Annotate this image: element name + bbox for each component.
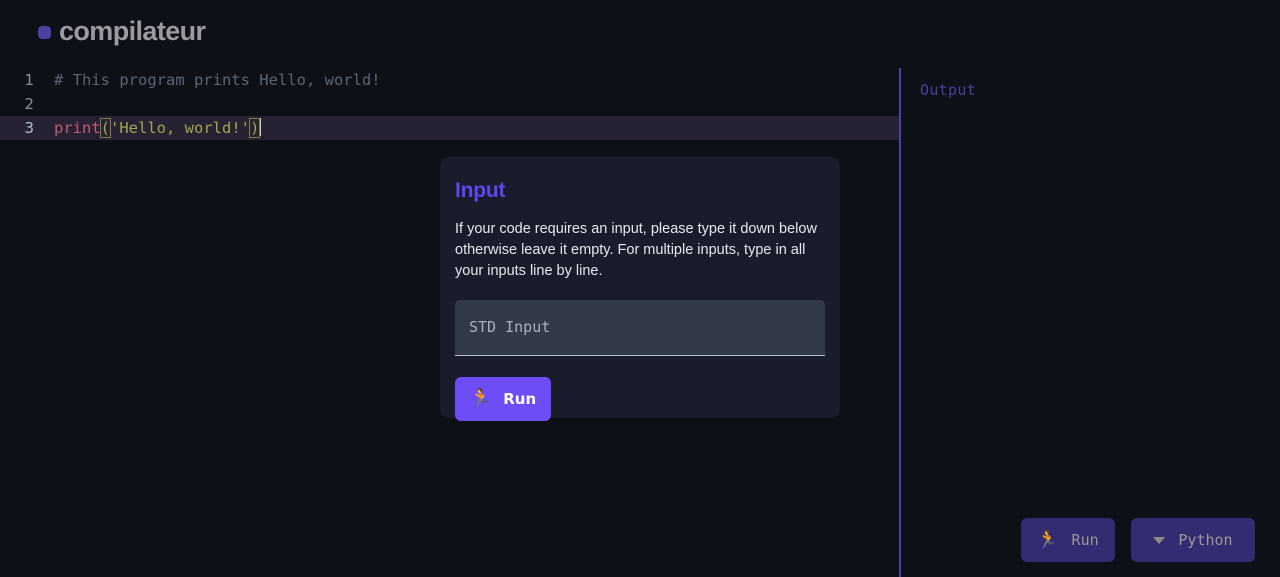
running-person-icon: 🏃 (469, 388, 493, 409)
line-number: 3 (24, 119, 34, 137)
token-function: print (54, 119, 101, 137)
code-line-active[interactable]: 3 print('Hello, world!') (0, 116, 899, 140)
line-number: 2 (24, 95, 34, 113)
chevron-down-icon (1153, 536, 1166, 544)
code-line[interactable]: 2 (0, 92, 899, 116)
run-button-output-label: Run (1071, 531, 1099, 549)
text-cursor (260, 118, 262, 136)
running-person-icon: 🏃 (1037, 529, 1059, 550)
language-selector-label: Python (1178, 531, 1233, 549)
app-header: compilateur (0, 0, 900, 62)
input-modal-title: Input (455, 179, 506, 202)
output-actions: 🏃 Run Python (1021, 518, 1255, 562)
brand-logo[interactable]: compilateur (38, 15, 206, 46)
line-content: # This program prints Hello, world! (44, 68, 381, 92)
brand-name: compilateur (59, 15, 206, 46)
output-label: Output (920, 81, 976, 99)
token-close-paren: ) (248, 118, 261, 138)
line-number: 1 (24, 71, 34, 89)
run-button-modal[interactable]: 🏃 Run (455, 377, 551, 421)
token-comment: # This program prints Hello, world! (54, 71, 381, 89)
run-button-output[interactable]: 🏃 Run (1021, 518, 1115, 562)
token-string: 'Hello, world!' (110, 119, 250, 137)
code-line[interactable]: 1 # This program prints Hello, world! (0, 68, 899, 92)
output-panel: Output 🏃 Run Python (901, 68, 1280, 577)
logo-mark-icon (38, 25, 51, 39)
token-open-paren: ( (99, 118, 112, 138)
output-content (920, 110, 1266, 487)
input-modal: Input If your code requires an input, pl… (440, 157, 840, 421)
language-selector-button[interactable]: Python (1131, 518, 1255, 562)
line-content: print('Hello, world!') (44, 116, 262, 140)
std-input-field[interactable] (455, 300, 825, 356)
run-button-modal-label: Run (503, 390, 537, 408)
input-modal-description: If your code requires an input, please t… (455, 221, 817, 279)
